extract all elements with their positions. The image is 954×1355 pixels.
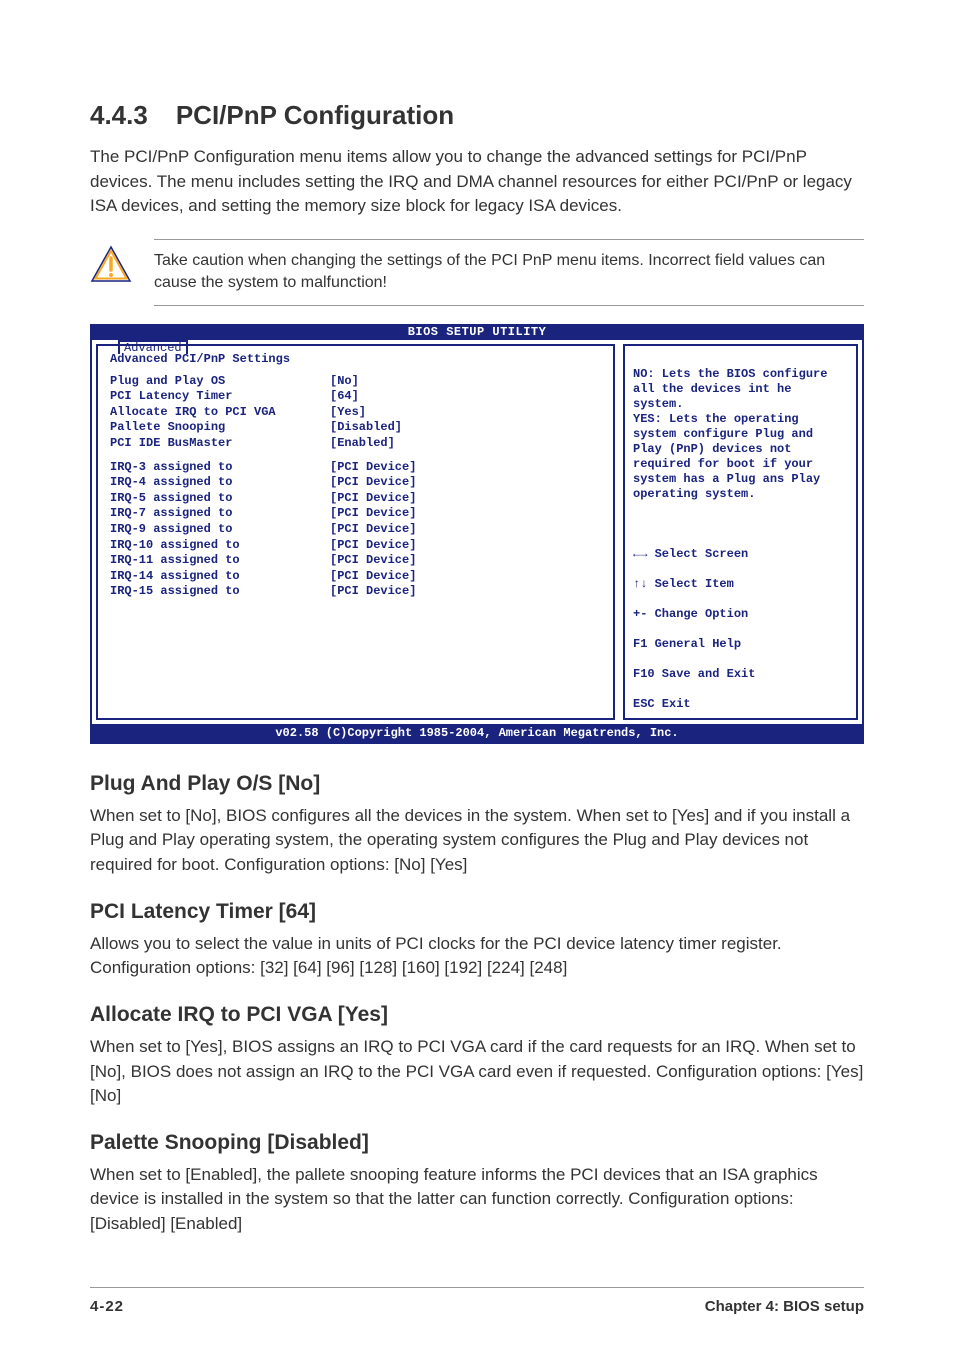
bios-setting-value: [PCI Device] [330,569,416,585]
bios-setting-label: IRQ-15 assigned to [110,584,330,600]
bios-setting-value: [PCI Device] [330,475,416,491]
sub-pci-latency: PCI Latency Timer [64] [90,900,864,924]
bios-setting-label: IRQ-10 assigned to [110,538,330,554]
arrow-left-right-icon: ←→ [633,547,647,562]
page-number: 4-22 [90,1298,124,1315]
nav-general-help: F1 General Help [633,637,741,651]
bios-setting-label: IRQ-14 assigned to [110,569,330,585]
bios-setting-value: [PCI Device] [330,460,416,476]
chapter-label: Chapter 4: BIOS setup [705,1298,864,1315]
nav-select-screen: Select Screen [647,547,748,561]
bios-setting-row: Allocate IRQ to PCI VGA[Yes] [110,405,601,421]
bios-setting-row: IRQ-5 assigned to[PCI Device] [110,491,601,507]
sub-palette-snooping-body: When set to [Enabled], the pallete snoop… [90,1163,864,1237]
bios-setting-row: Plug and Play OS[No] [110,374,601,390]
bios-titlebar: BIOS SETUP UTILITY Advanced [92,326,862,340]
bios-setting-value: [Disabled] [330,420,402,436]
nav-save-exit: F10 Save and Exit [633,667,755,681]
bios-setting-label: IRQ-7 assigned to [110,506,330,522]
bios-setting-value: [64] [330,389,359,405]
bios-title: BIOS SETUP UTILITY [408,325,547,339]
sub-plug-and-play-body: When set to [No], BIOS configures all th… [90,804,864,878]
bios-copyright-footer: v02.58 (C)Copyright 1985-2004, American … [92,724,862,742]
bios-setting-label: IRQ-5 assigned to [110,491,330,507]
bios-setting-value: [PCI Device] [330,584,416,600]
nav-select-item: Select Item [647,577,733,591]
section-heading: 4.4.3 PCI/PnP Configuration [90,100,864,131]
bios-setting-row: PCI IDE BusMaster[Enabled] [110,436,601,452]
nav-exit: ESC Exit [633,697,691,711]
bios-panel-title: Advanced PCI/PnP Settings [110,352,601,366]
nav-change-option: +- Change Option [633,607,748,621]
bios-setting-value: [No] [330,374,359,390]
bios-setting-value: [PCI Device] [330,506,416,522]
bios-setting-row: IRQ-11 assigned to[PCI Device] [110,553,601,569]
arrow-up-down-icon: ↑↓ [633,577,647,592]
bios-setting-row: IRQ-15 assigned to[PCI Device] [110,584,601,600]
bios-setting-value: [PCI Device] [330,538,416,554]
bios-setting-label: PCI Latency Timer [110,389,330,405]
sub-allocate-irq-body: When set to [Yes], BIOS assigns an IRQ t… [90,1035,864,1109]
bios-setting-row: PCI Latency Timer[64] [110,389,601,405]
sub-pci-latency-body: Allows you to select the value in units … [90,932,864,981]
caution-callout: Take caution when changing the settings … [90,239,864,306]
bios-setting-value: [PCI Device] [330,522,416,538]
bios-setting-label: IRQ-11 assigned to [110,553,330,569]
page-footer: 4-22 Chapter 4: BIOS setup [90,1287,864,1315]
bios-help-text: NO: Lets the BIOS configure all the devi… [633,367,827,501]
bios-setting-label: Plug and Play OS [110,374,330,390]
bios-setting-row: IRQ-10 assigned to[PCI Device] [110,538,601,554]
bios-setting-value: [Yes] [330,405,366,421]
bios-setting-label: Pallete Snooping [110,420,330,436]
bios-setting-row: IRQ-9 assigned to[PCI Device] [110,522,601,538]
caution-text: Take caution when changing the settings … [154,250,864,295]
bios-setting-value: [PCI Device] [330,553,416,569]
section-title-text: PCI/PnP Configuration [176,100,454,130]
bios-setting-value: [PCI Device] [330,491,416,507]
intro-paragraph: The PCI/PnP Configuration menu items all… [90,145,864,219]
sub-plug-and-play: Plug And Play O/S [No] [90,772,864,796]
bios-setting-row: Pallete Snooping[Disabled] [110,420,601,436]
bios-setting-row: IRQ-4 assigned to[PCI Device] [110,475,601,491]
sub-allocate-irq: Allocate IRQ to PCI VGA [Yes] [90,1003,864,1027]
bios-settings-panel: Advanced PCI/PnP Settings Plug and Play … [96,344,615,720]
bios-help-panel: NO: Lets the BIOS configure all the devi… [623,344,858,720]
bios-setting-value: [Enabled] [330,436,395,452]
bios-setting-label: IRQ-9 assigned to [110,522,330,538]
bios-setting-label: IRQ-3 assigned to [110,460,330,476]
bios-setting-label: IRQ-4 assigned to [110,475,330,491]
section-number: 4.4.3 [90,100,148,130]
bios-setting-label: PCI IDE BusMaster [110,436,330,452]
bios-setting-row: IRQ-14 assigned to[PCI Device] [110,569,601,585]
caution-icon [90,245,132,290]
bios-setting-row: IRQ-3 assigned to[PCI Device] [110,460,601,476]
sub-palette-snooping: Palette Snooping [Disabled] [90,1131,864,1155]
bios-setting-label: Allocate IRQ to PCI VGA [110,405,330,421]
bios-screenshot: BIOS SETUP UTILITY Advanced Advanced PCI… [90,324,864,744]
caution-text-wrap: Take caution when changing the settings … [154,239,864,306]
bios-setting-row: IRQ-7 assigned to[PCI Device] [110,506,601,522]
